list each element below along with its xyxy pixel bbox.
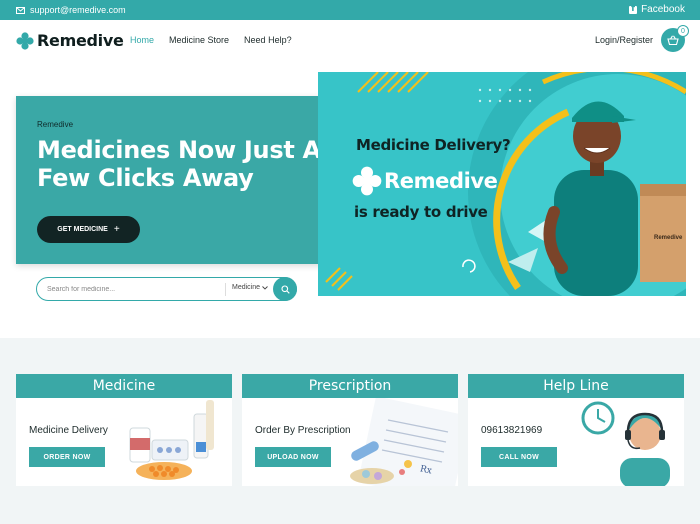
get-medicine-label: GET MEDICINE (57, 226, 108, 233)
cart-button[interactable]: 0 (661, 25, 689, 52)
hero-eyebrow: Remedive (37, 120, 74, 129)
main-nav: Home Medicine Store Need Help? (130, 35, 292, 45)
call-now-button[interactable]: CALL NOW (481, 447, 557, 467)
card-heading: Help Line (468, 374, 684, 398)
facebook-icon (629, 4, 638, 14)
facebook-link[interactable]: Facebook (629, 4, 685, 15)
contact-email[interactable]: support@remedive.com (16, 5, 126, 15)
search-icon (280, 284, 290, 294)
delivery-banner[interactable]: Medicine Delivery? Remedive is ready to … (318, 72, 686, 296)
banner-line3: is ready to drive (354, 203, 488, 221)
prescription-paper-image: Rx (350, 398, 458, 486)
nav-medicine-store[interactable]: Medicine Store (169, 35, 229, 45)
cart-count-badge: 0 (677, 25, 689, 37)
nav-home[interactable]: Home (130, 35, 154, 45)
banner-logo: Remedive (352, 166, 498, 196)
service-card-prescription: Prescription Order By Prescription UPLOA… (242, 374, 458, 486)
services-section: Medicine Medicine Delivery ORDER NOW Pre… (0, 338, 700, 524)
service-card-help-line: Help Line 09613821969 CALL NOW (468, 374, 684, 486)
card-text: Order By Prescription (255, 425, 351, 436)
upload-now-button[interactable]: UPLOAD NOW (255, 447, 331, 467)
box-label: Remedive (654, 235, 683, 241)
get-medicine-button[interactable]: GET MEDICINE + (37, 216, 140, 243)
top-bar: support@remedive.com Facebook (0, 0, 700, 20)
search-divider (225, 283, 226, 296)
order-now-button[interactable]: ORDER NOW (29, 447, 105, 467)
banner-brand: Remedive (384, 169, 498, 193)
service-card-medicine: Medicine Medicine Delivery ORDER NOW (16, 374, 232, 486)
mail-icon (16, 6, 25, 14)
category-select[interactable]: Medicine (232, 284, 268, 291)
support-agent-image (581, 401, 670, 486)
basket-icon (667, 35, 679, 45)
medicine-search-bar: Medicine (36, 277, 297, 301)
brand-cross-icon (352, 166, 382, 196)
medicine-bottles-image (129, 400, 214, 480)
hero-title: Medicines Now Just A Few Clicks Away (37, 136, 321, 192)
helpline-number: 09613821969 (481, 425, 543, 436)
site-logo[interactable]: Remedive (16, 31, 124, 50)
card-text: Medicine Delivery (29, 425, 108, 436)
banner-line1: Medicine Delivery? (356, 136, 511, 154)
plus-icon: + (113, 224, 120, 235)
contact-email-text: support@remedive.com (30, 5, 126, 15)
search-input[interactable] (47, 283, 217, 295)
search-button[interactable] (273, 277, 297, 301)
card-heading: Medicine (16, 374, 232, 398)
login-register-link[interactable]: Login/Register (595, 35, 653, 45)
nav-need-help[interactable]: Need Help? (244, 35, 292, 45)
brand-cross-icon (16, 31, 34, 50)
card-heading: Prescription (242, 374, 458, 398)
category-select-value: Medicine (232, 284, 261, 291)
facebook-label: Facebook (641, 4, 685, 15)
brand-name: Remedive (37, 31, 124, 50)
site-header: Remedive Home Medicine Store Need Help? … (0, 20, 700, 62)
chevron-down-icon (262, 285, 268, 290)
hero-card: Remedive Medicines Now Just A Few Clicks… (16, 96, 346, 264)
